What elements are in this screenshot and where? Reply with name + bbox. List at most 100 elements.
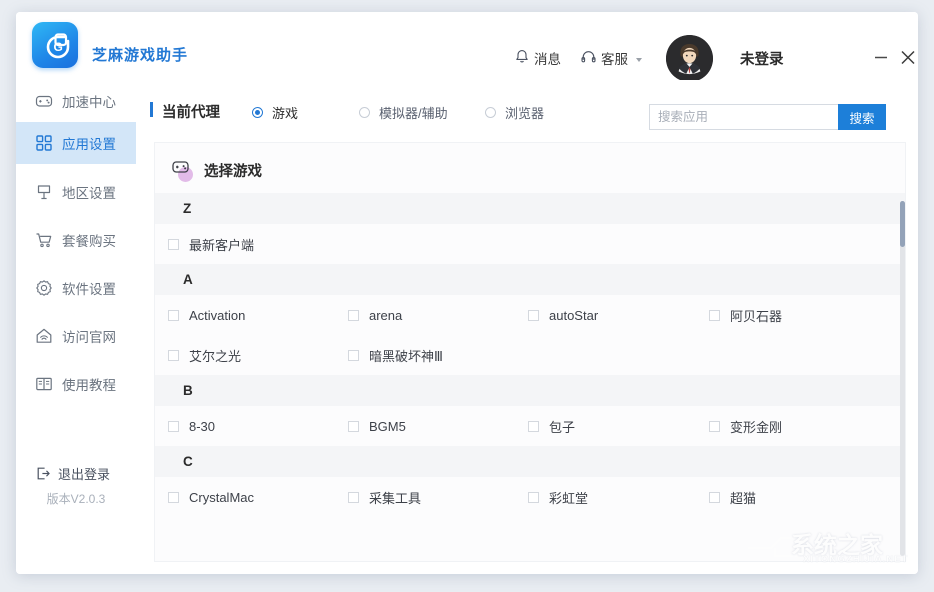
chevron-down-icon [636,58,642,62]
list-row: 艾尔之光 暗黑破坏神Ⅲ [155,335,906,375]
card-title: 选择游戏 [204,160,262,181]
list-item-label: 彩虹堂 [549,488,588,507]
section-header: A [155,264,906,295]
section-rows: CrystalMac 采集工具 彩虹堂 超猫 [155,477,906,517]
sesame-g-logo-icon: G [32,22,78,68]
radio-dot-icon [252,107,263,118]
list-item[interactable]: CrystalMac [155,490,338,505]
list-item-label: 变形金刚 [730,417,782,436]
search-button[interactable]: 搜索 [838,104,886,130]
bell-icon [515,49,529,67]
list-item[interactable]: 包子 [518,417,698,436]
list-item-label: 采集工具 [369,488,421,507]
cart-icon [34,231,53,250]
checkbox[interactable] [348,421,359,432]
section-rows: 8-30 BGM5 包子 变形金刚 [155,406,906,446]
checkbox[interactable] [709,492,720,503]
list-item-label: autoStar [549,308,598,323]
section-rows: 最新客户端 [155,224,906,264]
list-item-label: 包子 [549,417,575,436]
list-item[interactable]: 变形金刚 [698,417,879,436]
avatar[interactable] [666,35,713,82]
radio-option-browser[interactable]: 浏览器 [485,103,544,122]
sidebar-item-tutorial[interactable]: 使用教程 [16,363,136,405]
checkbox[interactable] [709,421,720,432]
game-list[interactable]: Z 最新客户端 A Activation [155,193,906,562]
list-item-label: 阿贝石器 [730,306,782,325]
main-content: 当前代理 游戏 模拟器/辅助 浏览器 搜索 [136,80,918,574]
sidebar-item-region-settings[interactable]: 地区设置 [16,171,136,213]
radio-dot-icon [485,107,496,118]
sidebar-item-app-settings[interactable]: 应用设置 [16,122,136,164]
sidebar-item-official-site[interactable]: 访问官网 [16,315,136,357]
svg-text:G: G [54,40,63,54]
sidebar-item-label: 软件设置 [62,278,116,298]
support-button[interactable]: 客服 [581,48,642,68]
checkbox[interactable] [709,310,720,321]
list-item[interactable]: 超猫 [698,488,879,507]
checkbox[interactable] [168,310,179,321]
list-item[interactable]: 彩虹堂 [518,488,698,507]
checkbox[interactable] [528,421,539,432]
list-item[interactable]: 艾尔之光 [155,346,338,365]
proxy-filter-bar: 当前代理 游戏 模拟器/辅助 浏览器 搜索 [136,80,918,138]
radio-label: 游戏 [272,103,298,122]
messages-button[interactable]: 消息 [515,48,561,68]
list-item[interactable]: BGM5 [338,419,518,434]
radio-option-game[interactable]: 游戏 [252,103,298,122]
headset-icon [581,50,596,67]
messages-label: 消息 [534,48,561,68]
version-label: 版本V2.0.3 [16,490,136,507]
list-item[interactable]: 8-30 [155,419,338,434]
sidebar-item-purchase[interactable]: 套餐购买 [16,219,136,261]
scrollbar-thumb[interactable] [900,201,905,247]
gear-icon [34,279,53,298]
checkbox[interactable] [528,492,539,503]
section-header: Z [155,193,906,224]
checkbox[interactable] [348,310,359,321]
filter-title: 当前代理 [162,101,220,122]
search-input[interactable] [649,104,838,130]
list-item[interactable]: 采集工具 [338,488,518,507]
list-row: Activation arena autoStar 阿贝石器 [155,295,906,335]
checkbox[interactable] [168,350,179,361]
list-item-label: Activation [189,308,245,323]
section-header: C [155,446,906,477]
sidebar-item-acceleration[interactable]: 加速中心 [16,80,136,122]
list-item-label: 8-30 [189,419,215,434]
logout-label: 退出登录 [58,464,110,483]
list-item[interactable]: 阿贝石器 [698,306,879,325]
list-item-label: arena [369,308,402,323]
list-item[interactable]: autoStar [518,308,698,323]
checkbox[interactable] [528,310,539,321]
sidebar-item-software-settings[interactable]: 软件设置 [16,267,136,309]
checkbox[interactable] [168,492,179,503]
section-header: B [155,375,906,406]
checkbox[interactable] [348,492,359,503]
search-bar: 搜索 [649,104,886,130]
minimize-button[interactable] [868,44,894,70]
title-bar: G 芝麻游戏助手 消息 客服 [16,12,918,81]
close-button[interactable] [895,44,918,70]
list-item-label: 暗黑破坏神Ⅲ [369,346,443,365]
list-item[interactable]: Activation [155,308,338,323]
list-item[interactable]: arena [338,308,518,323]
checkbox[interactable] [168,239,179,250]
sidebar-item-label: 加速中心 [62,91,116,111]
login-status[interactable]: 未登录 [740,48,784,69]
sidebar-item-label: 套餐购买 [62,230,116,250]
list-item[interactable]: 最新客户端 [155,235,338,254]
grid-apps-icon [34,134,53,153]
sidebar-item-label: 访问官网 [62,326,116,346]
checkbox[interactable] [348,350,359,361]
list-item-label: 超猫 [730,488,756,507]
radio-option-emulator[interactable]: 模拟器/辅助 [359,103,448,122]
list-row: CrystalMac 采集工具 彩虹堂 超猫 [155,477,906,517]
sidebar: 加速中心 应用设置 地区设置 [16,80,137,574]
checkbox[interactable] [168,421,179,432]
app-window: G 芝麻游戏助手 消息 客服 [16,12,918,574]
support-label: 客服 [601,48,628,68]
list-item[interactable]: 暗黑破坏神Ⅲ [338,346,518,365]
logout-button[interactable]: 退出登录 [16,460,136,486]
scrollbar-track[interactable] [900,201,905,556]
